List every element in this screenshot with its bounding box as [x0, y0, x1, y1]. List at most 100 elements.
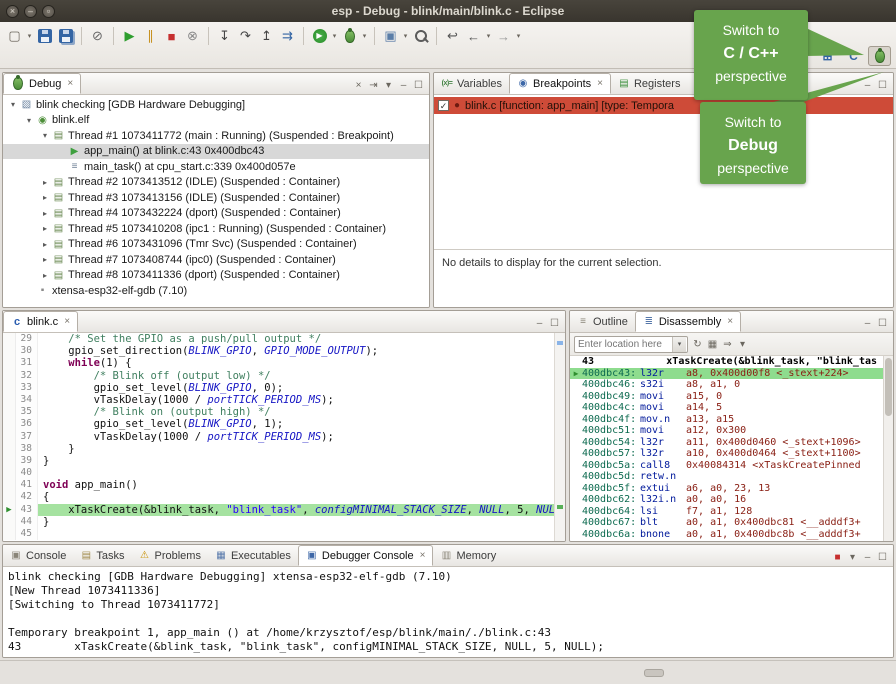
editor-line[interactable]: 39} [3, 455, 565, 467]
terminate-icon[interactable]: ■ [162, 27, 181, 46]
new-wizard-icon[interactable]: ▢ [5, 27, 24, 46]
suspend-icon[interactable]: ∥ [141, 27, 160, 46]
tree-expand-icon[interactable]: ▸ [39, 193, 51, 202]
forward-menu-icon[interactable]: ▾ [514, 32, 523, 40]
editor-line[interactable]: 32 /* Blink off (output low) */ [3, 370, 565, 382]
disassembly-row[interactable]: 400dbc5f:extuia6, a0, 23, 13 [570, 483, 893, 495]
debug-tree-item[interactable]: ▸▤Thread #4 1073432224 (dport) (Suspende… [3, 206, 429, 222]
tab-disassembly[interactable]: ≣Disassembly× [635, 311, 741, 332]
window-minimize-button[interactable]: – [24, 5, 37, 18]
tab-debug[interactable]: Debug× [3, 73, 81, 94]
editor-line[interactable]: 35 /* Blink on (output high) */ [3, 406, 565, 418]
close-icon[interactable]: × [64, 316, 70, 327]
tree-expand-icon[interactable]: ▸ [39, 240, 51, 249]
instruction-stepping-mode-icon[interactable]: ⇥ [368, 80, 379, 91]
status-scrollbar-thumb[interactable] [644, 669, 664, 677]
disasm-refresh-icon[interactable]: ↻ [692, 339, 703, 350]
disconnect-icon[interactable]: ⊗ [183, 27, 202, 46]
close-icon[interactable]: × [597, 78, 603, 89]
debug-tree-item[interactable]: ▸▤Thread #5 1073410208 (ipc1 : Running) … [3, 221, 429, 237]
console-output[interactable]: blink checking [GDB Hardware Debugging] … [3, 567, 893, 657]
disassembly-row[interactable]: 400dbc5d:retw.n [570, 471, 893, 483]
editor-line[interactable]: 37 vTaskDelay(1000 / portTICK_PERIOD_MS)… [3, 431, 565, 443]
disassembly-row[interactable]: 400dbc51:movia12, 0x300 [570, 425, 893, 437]
debug-tree-item[interactable]: ▸▤Thread #2 1073413512 (IDLE) (Suspended… [3, 175, 429, 191]
debug-tree-item[interactable]: ▸▤Thread #8 1073411336 (dport) (Suspende… [3, 268, 429, 284]
editor-line[interactable]: 44} [3, 516, 565, 528]
remove-all-terminated-icon[interactable]: × [353, 80, 364, 91]
minimize-icon[interactable]: – [862, 80, 873, 91]
minimize-icon[interactable]: – [398, 80, 409, 91]
overview-marker[interactable] [557, 341, 563, 345]
breakpoint-row[interactable]: ✓ blink.c [function: app_main] [type: Te… [434, 97, 893, 114]
debug-tree-item[interactable]: ▶app_main() at blink.c:43 0x400dbc43 [3, 144, 429, 160]
debug-tree-item[interactable]: ▾◉blink.elf [3, 113, 429, 129]
breakpoints-list[interactable]: ✓ blink.c [function: app_main] [type: Te… [434, 95, 893, 249]
debug-tree-item[interactable]: ▾▤Thread #1 1073411772 (main : Running) … [3, 128, 429, 144]
disassembly-row[interactable]: 400dbc6a:bnonea0, a1, 0x400dbc8b <__addd… [570, 529, 893, 541]
tab-variables[interactable]: (x)=Variables [434, 73, 509, 94]
tab-registers[interactable]: ▤Registers [611, 73, 687, 94]
back-icon[interactable]: ← [464, 27, 483, 46]
disassembly-body[interactable]: 43 xTaskCreate(&blink_task, "blink_tas▶4… [570, 356, 893, 541]
minimize-icon[interactable]: – [534, 318, 545, 329]
save-button[interactable] [35, 27, 54, 46]
maximize-icon[interactable]: ☐ [413, 80, 424, 91]
editor-line[interactable]: 36 gpio_set_level(BLINK_GPIO, 1); [3, 418, 565, 430]
debug-tree-item[interactable]: ▾▧blink checking [GDB Hardware Debugging… [3, 97, 429, 113]
editor-body[interactable]: 29 /* Set the GPIO as a push/pull output… [3, 333, 565, 541]
maximize-icon[interactable]: ☐ [877, 552, 888, 563]
disassembly-row[interactable]: 400dbc57:l32ra10, 0x400d0464 <_stext+110… [570, 448, 893, 460]
maximize-icon[interactable]: ☐ [549, 318, 560, 329]
tab-breakpoints[interactable]: ◉Breakpoints× [509, 73, 611, 94]
editor-line[interactable]: 42{ [3, 491, 565, 503]
disassembly-row[interactable]: 400dbc5a:call80x40084314 <xTaskCreatePin… [570, 460, 893, 472]
tree-expand-icon[interactable]: ▸ [39, 271, 51, 280]
maximize-icon[interactable]: ☐ [877, 318, 888, 329]
tab-console[interactable]: ▣Console [3, 545, 73, 566]
editor-line[interactable]: 38 } [3, 443, 565, 455]
minimize-icon[interactable]: – [862, 318, 873, 329]
terminate-console-icon[interactable]: ■ [832, 552, 843, 563]
disassembly-row[interactable]: 43 xTaskCreate(&blink_task, "blink_tas [570, 356, 893, 368]
disassembly-row[interactable]: 400dbc49:movia15, 0 [570, 391, 893, 403]
location-input[interactable] [575, 339, 672, 350]
editor-line[interactable]: 29 /* Set the GPIO as a push/pull output… [3, 333, 565, 345]
step-into-icon[interactable]: ↧ [215, 27, 234, 46]
tab-debugger-console[interactable]: ▣Debugger Console× [298, 545, 434, 566]
show-source-icon[interactable]: ▦ [707, 339, 718, 350]
tab-blink-c[interactable]: cblink.c× [3, 311, 78, 332]
run-menu-icon[interactable]: ▾ [330, 32, 339, 40]
minimize-icon[interactable]: – [862, 552, 873, 563]
tree-expand-icon[interactable]: ▸ [39, 209, 51, 218]
tree-collapse-icon[interactable]: ▾ [39, 131, 51, 140]
step-return-icon[interactable]: ↥ [257, 27, 276, 46]
disassembly-row[interactable]: ▶400dbc43:l32ra8, 0x400d00f8 <_stext+224… [570, 368, 893, 380]
forward-icon[interactable]: → [494, 27, 513, 46]
resume-icon[interactable]: ▶ [120, 27, 139, 46]
debug-tree[interactable]: ▾▧blink checking [GDB Hardware Debugging… [3, 95, 429, 307]
view-menu-icon[interactable]: ▾ [847, 552, 858, 563]
close-icon[interactable]: × [67, 78, 73, 89]
disassembly-row[interactable]: 400dbc4f:mov.na13, a15 [570, 414, 893, 426]
editor-line[interactable]: 41void app_main() [3, 479, 565, 491]
window-close-button[interactable]: × [6, 5, 19, 18]
editor-line[interactable]: 34 vTaskDelay(1000 / portTICK_PERIOD_MS)… [3, 394, 565, 406]
debug-tree-item[interactable]: ≡main_task() at cpu_start.c:339 0x400d05… [3, 159, 429, 175]
run-button[interactable] [310, 27, 329, 46]
cpp-perspective-button[interactable]: C [842, 46, 865, 66]
disassembly-row[interactable]: 400dbc67:blta0, a1, 0x400dbc81 <__adddf3… [570, 517, 893, 529]
maximize-icon[interactable]: ☐ [877, 80, 888, 91]
tab-tasks[interactable]: ▤Tasks [73, 545, 131, 566]
tab-memory[interactable]: ▥Memory [433, 545, 503, 566]
search-button[interactable] [411, 27, 430, 46]
tab-problems[interactable]: ⚠Problems [131, 545, 207, 566]
editor-line[interactable]: 30 gpio_set_direction(BLINK_GPIO, GPIO_M… [3, 345, 565, 357]
editor-line[interactable]: 33 gpio_set_level(BLINK_GPIO, 0); [3, 382, 565, 394]
window-maximize-button[interactable]: ▫ [42, 5, 55, 18]
save-all-button[interactable] [56, 27, 75, 46]
tab-outline[interactable]: ≡Outline [570, 311, 635, 332]
debug-tree-item[interactable]: ▪xtensa-esp32-elf-gdb (7.10) [3, 283, 429, 299]
sync-with-pc-icon[interactable]: ⇒ [722, 339, 733, 350]
open-perspective-button[interactable]: ⊞ [816, 46, 839, 66]
